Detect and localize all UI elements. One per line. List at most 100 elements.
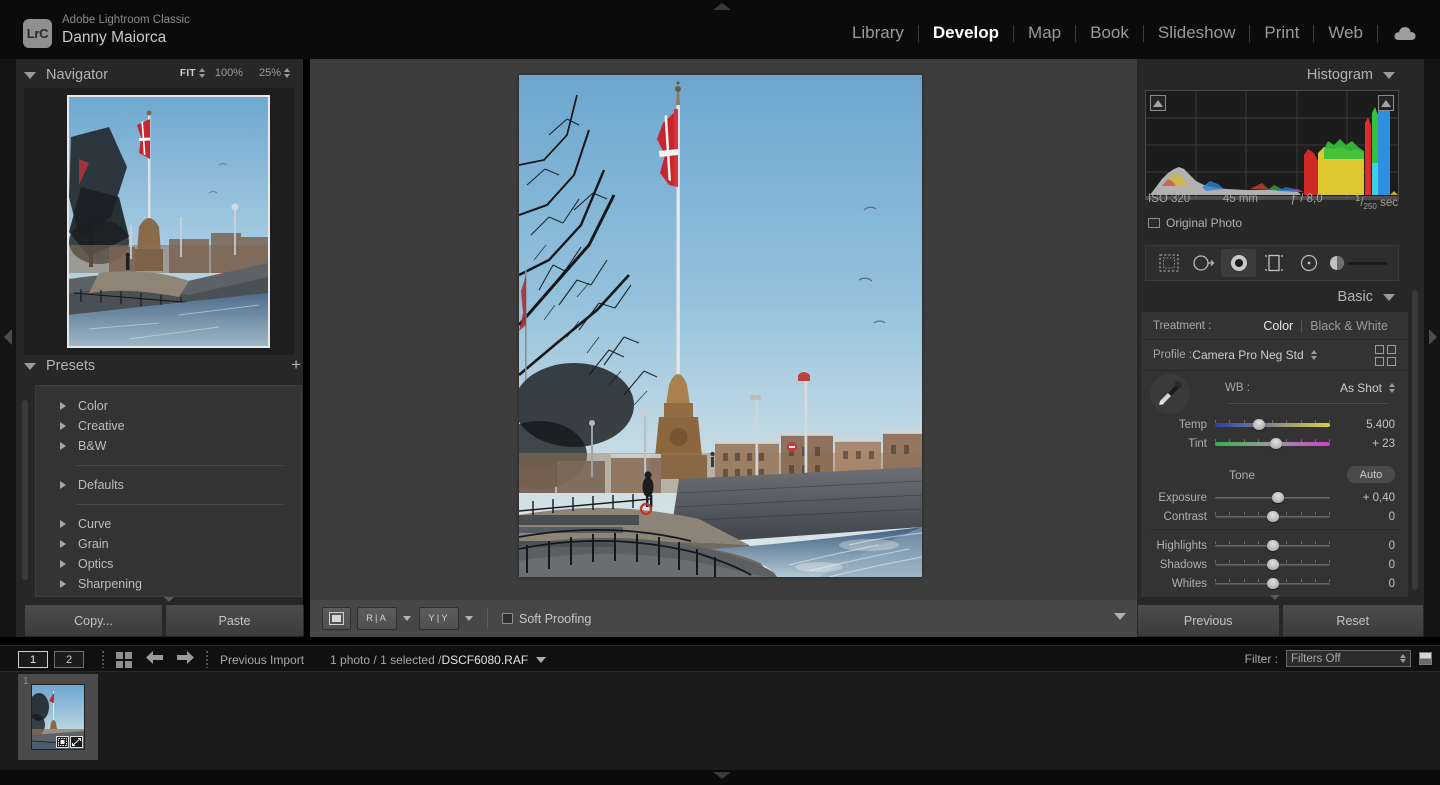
crop-overlay-tool-icon[interactable] [1151, 249, 1186, 277]
treatment-bw-option[interactable]: Black & White [1302, 319, 1396, 333]
before-after-lr-button[interactable]: R|A [357, 607, 397, 630]
preset-group-defaults[interactable]: Defaults [36, 475, 301, 495]
right-panel-collapse-arrow[interactable] [1429, 329, 1437, 345]
go-back-icon[interactable] [146, 650, 163, 669]
masking-tool-icon[interactable] [1221, 249, 1256, 277]
add-preset-icon[interactable]: + [291, 356, 301, 373]
filmstrip-collapse-arrow[interactable] [713, 772, 731, 779]
navigator-header[interactable]: Navigator FIT 100% 25% [24, 63, 304, 87]
main-photo[interactable] [519, 75, 922, 577]
histogram-header[interactable]: Histogram [1145, 63, 1395, 87]
temp-slider-knob[interactable] [1252, 419, 1265, 430]
shadows-slider[interactable] [1215, 559, 1330, 570]
spot-removal-tool-icon[interactable] [1186, 249, 1221, 277]
whites-value[interactable]: 0 [1330, 578, 1405, 590]
toolbar-options-caret-icon[interactable] [1114, 613, 1126, 620]
zoom-100-label[interactable]: 100% [215, 67, 243, 79]
collapse-triangle-icon[interactable] [24, 362, 36, 370]
filmstrip-filename[interactable]: DSCF6080.RAF [441, 653, 528, 667]
contrast-slider[interactable] [1215, 511, 1330, 522]
left-panel-edge[interactable] [0, 59, 16, 637]
exposure-slider[interactable] [1215, 492, 1330, 503]
copy-button[interactable]: Copy... [24, 604, 163, 637]
exposure-value[interactable]: + 0,40 [1330, 492, 1405, 504]
treatment-color-option[interactable]: Color [1255, 319, 1301, 333]
profile-browser-icon[interactable] [1374, 344, 1396, 366]
module-web[interactable]: Web [1314, 22, 1377, 44]
left-panel-collapse-arrow[interactable] [4, 329, 12, 345]
adjustment-brush-tool-icon[interactable] [1326, 249, 1348, 277]
brush-size-slider[interactable] [1348, 261, 1387, 265]
grid-view-icon[interactable] [116, 651, 132, 668]
before-after-tb-button[interactable]: Y|Y [419, 607, 459, 630]
contrast-slider-knob[interactable] [1266, 511, 1279, 522]
basic-panel-header[interactable]: Basic [1145, 285, 1395, 309]
filmstrip-toggle-icon[interactable] [1419, 652, 1432, 665]
tint-slider-knob[interactable] [1269, 438, 1282, 449]
filmstrip-source-label[interactable]: Previous Import [220, 653, 304, 667]
filmstrip-thumbnail[interactable] [31, 684, 85, 750]
whites-slider-knob[interactable] [1266, 578, 1279, 589]
preset-group-optics[interactable]: Optics [36, 554, 301, 574]
filename-dropdown-icon[interactable] [536, 656, 547, 663]
module-map[interactable]: Map [1014, 22, 1075, 44]
collapse-triangle-icon[interactable] [24, 71, 36, 79]
original-photo-checkbox[interactable] [1148, 218, 1160, 228]
wb-select[interactable]: As Shot [1340, 381, 1395, 395]
highlight-clipping-button[interactable] [1378, 95, 1394, 111]
filter-select[interactable]: Filters Off [1286, 650, 1411, 667]
preset-group-creative[interactable]: Creative [36, 416, 301, 436]
preset-group-bw[interactable]: B&W [36, 436, 301, 456]
collapse-triangle-icon[interactable] [1383, 71, 1395, 79]
filter-stepper-icon[interactable] [1400, 653, 1406, 664]
module-book[interactable]: Book [1076, 22, 1143, 44]
right-panel-edge[interactable] [1424, 59, 1440, 637]
module-library[interactable]: Library [838, 22, 918, 44]
basic-scroll-down-icon[interactable] [1270, 595, 1280, 600]
module-print[interactable]: Print [1250, 22, 1313, 44]
module-slideshow[interactable]: Slideshow [1144, 22, 1250, 44]
preset-group-curve[interactable]: Curve [36, 514, 301, 534]
presets-scroll-down-icon[interactable] [164, 597, 174, 602]
linear-gradient-tool-icon[interactable] [1256, 249, 1291, 277]
preset-group-grain[interactable]: Grain [36, 534, 301, 554]
shadows-value[interactable]: 0 [1330, 559, 1405, 571]
zoom-25-stepper[interactable] [284, 68, 290, 78]
navigator-thumbnail[interactable] [67, 95, 270, 348]
highlights-value[interactable]: 0 [1330, 540, 1405, 552]
temp-slider[interactable] [1215, 419, 1330, 430]
auto-tone-button[interactable]: Auto [1347, 466, 1395, 483]
previous-button[interactable]: Previous [1137, 604, 1280, 637]
presets-header[interactable]: Presets + [24, 353, 304, 379]
highlights-slider[interactable] [1215, 540, 1330, 551]
zoom-25-label[interactable]: 25% [259, 67, 281, 79]
crop-badge-icon[interactable] [56, 736, 69, 748]
paste-button[interactable]: Paste [165, 604, 304, 637]
left-panel-scrollbar[interactable] [22, 400, 28, 580]
shadow-clipping-button[interactable] [1150, 95, 1166, 111]
zoom-fit-label[interactable]: FIT [180, 68, 196, 79]
cloud-sync-icon[interactable] [1378, 26, 1430, 41]
whites-slider[interactable] [1215, 578, 1330, 589]
wb-stepper-icon[interactable] [1389, 383, 1395, 393]
shadows-slider-knob[interactable] [1266, 559, 1279, 570]
filmstrip-item[interactable]: 1 [18, 674, 98, 760]
radial-gradient-tool-icon[interactable] [1291, 249, 1326, 277]
tint-slider[interactable] [1215, 438, 1330, 449]
soft-proofing-checkbox[interactable] [502, 613, 513, 624]
profile-select[interactable]: Camera Pro Neg Std [1192, 348, 1317, 362]
collapse-triangle-icon[interactable] [1383, 293, 1395, 301]
module-develop[interactable]: Develop [919, 22, 1013, 44]
before-after-lr-menu-icon[interactable] [403, 616, 411, 621]
preset-group-color[interactable]: Color [36, 396, 301, 416]
zoom-fit-stepper[interactable] [198, 68, 205, 78]
temp-value[interactable]: 5.400 [1330, 419, 1405, 431]
histogram-graph[interactable] [1145, 90, 1399, 200]
profile-stepper-icon[interactable] [1310, 350, 1317, 360]
before-after-tb-menu-icon[interactable] [465, 616, 473, 621]
monitor-1-button[interactable]: 1 [18, 651, 48, 668]
reset-button[interactable]: Reset [1281, 604, 1424, 637]
right-panel-scrollbar[interactable] [1412, 290, 1418, 590]
loupe-view-button[interactable] [322, 607, 351, 630]
highlights-slider-knob[interactable] [1266, 540, 1279, 551]
